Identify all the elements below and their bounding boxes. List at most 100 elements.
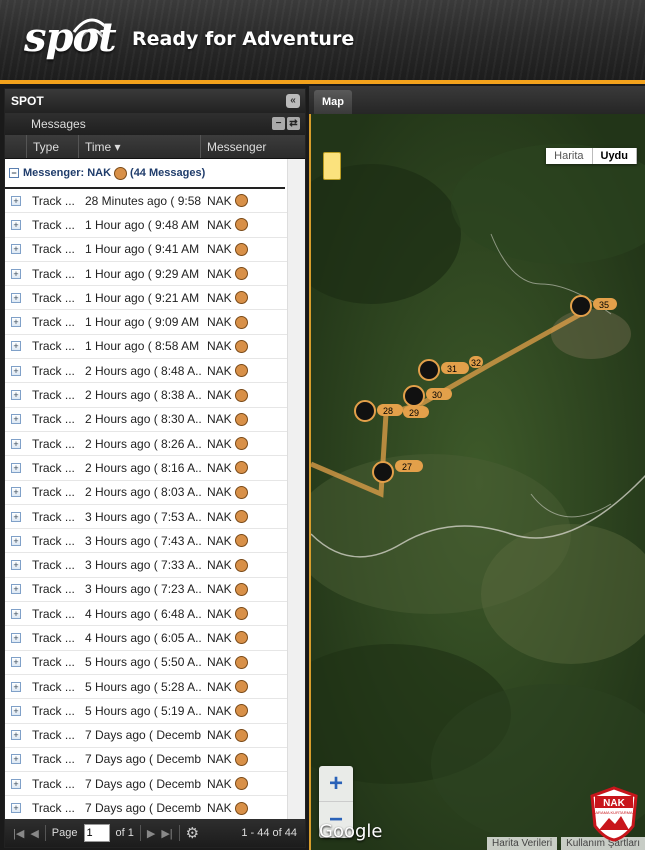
expand-plus-icon[interactable]: + — [11, 292, 21, 303]
collapse-panel-button[interactable]: « — [286, 94, 300, 108]
track-marker[interactable] — [570, 295, 592, 317]
row-expander[interactable]: + — [5, 390, 27, 401]
row-expander[interactable]: + — [5, 487, 27, 498]
row-expander[interactable]: + — [5, 535, 27, 546]
expand-plus-icon[interactable]: + — [11, 487, 21, 498]
expand-plus-icon[interactable]: + — [11, 730, 21, 741]
expand-plus-icon[interactable]: + — [11, 317, 21, 328]
spot-logo[interactable]: spot — [24, 14, 117, 61]
row-expander[interactable]: + — [5, 244, 27, 255]
table-row[interactable]: + Track ... 28 Minutes ago ( 9:58... NAK — [5, 189, 287, 214]
table-row[interactable]: + Track ... 1 Hour ago ( 9:09 AM ) NAK — [5, 310, 287, 335]
row-expander[interactable]: + — [5, 341, 27, 352]
map-type-harita-button[interactable]: Harita — [546, 148, 593, 164]
track-marker[interactable] — [418, 359, 440, 381]
table-row[interactable]: + Track ... 2 Hours ago ( 8:26 A... NAK — [5, 432, 287, 457]
table-row[interactable]: + Track ... 5 Hours ago ( 5:28 A... NAK — [5, 675, 287, 700]
table-row[interactable]: + Track ... 7 Days ago ( Decemb... NAK — [5, 796, 287, 821]
time-column-header[interactable]: Time ▾ — [79, 135, 201, 158]
table-row[interactable]: + Track ... 2 Hours ago ( 8:48 A... NAK — [5, 359, 287, 384]
expand-plus-icon[interactable]: + — [11, 195, 21, 206]
row-expander[interactable]: + — [5, 681, 27, 692]
track-marker[interactable] — [372, 461, 394, 483]
table-row[interactable]: + Track ... 3 Hours ago ( 7:53 A... NAK — [5, 505, 287, 530]
expand-plus-icon[interactable]: + — [11, 778, 21, 789]
satellite-map[interactable]: 35 31 32 30 29 28 27 — [311, 114, 645, 850]
table-row[interactable]: + Track ... 1 Hour ago ( 9:29 AM ) NAK — [5, 262, 287, 287]
table-row[interactable]: + Track ... 7 Days ago ( Decemb... NAK — [5, 772, 287, 797]
expand-plus-icon[interactable]: + — [11, 560, 21, 571]
table-row[interactable]: + Track ... 2 Hours ago ( 8:03 A... NAK — [5, 481, 287, 505]
row-expander[interactable]: + — [5, 292, 27, 303]
table-row[interactable]: + Track ... 2 Hours ago ( 8:30 A... NAK — [5, 408, 287, 432]
row-expander[interactable]: + — [5, 608, 27, 619]
table-row[interactable]: + Track ... 1 Hour ago ( 8:58 AM ) NAK — [5, 335, 287, 360]
track-marker[interactable] — [403, 385, 425, 407]
expand-plus-icon[interactable]: + — [11, 365, 21, 376]
pegman-icon[interactable] — [323, 152, 341, 180]
expand-plus-icon[interactable]: + — [11, 657, 21, 668]
minimize-button[interactable]: − — [272, 117, 285, 130]
expand-plus-icon[interactable]: + — [11, 803, 21, 814]
expand-plus-icon[interactable]: + — [11, 244, 21, 255]
table-row[interactable]: + Track ... 3 Hours ago ( 7:33 A... NAK — [5, 553, 287, 578]
expand-plus-icon[interactable]: + — [11, 608, 21, 619]
collapse-group-icon[interactable]: − — [9, 168, 19, 178]
page-input[interactable] — [83, 824, 110, 842]
row-expander[interactable]: + — [5, 365, 27, 376]
row-expander[interactable]: + — [5, 584, 27, 595]
gear-icon[interactable]: ⚙ — [186, 824, 199, 842]
row-expander[interactable]: + — [5, 754, 27, 765]
expand-plus-icon[interactable]: + — [11, 390, 21, 401]
table-row[interactable]: + Track ... 3 Hours ago ( 7:23 A... NAK — [5, 578, 287, 603]
expand-plus-icon[interactable]: + — [11, 219, 21, 230]
table-row[interactable]: + Track ... 5 Hours ago ( 5:19 A... NAK — [5, 699, 287, 724]
expand-plus-icon[interactable]: + — [11, 584, 21, 595]
table-row[interactable]: + Track ... 1 Hour ago ( 9:48 AM ) NAK — [5, 213, 287, 238]
expand-plus-icon[interactable]: + — [11, 414, 21, 425]
table-row[interactable]: + Track ... 2 Hours ago ( 8:16 A... NAK — [5, 456, 287, 481]
zoom-in-button[interactable]: + — [319, 766, 353, 802]
table-row[interactable]: + Track ... 4 Hours ago ( 6:05 A... NAK — [5, 626, 287, 651]
map-data-link[interactable]: Harita Verileri — [487, 837, 558, 850]
row-expander[interactable]: + — [5, 317, 27, 328]
refresh-button[interactable]: ⇄ — [287, 117, 300, 130]
table-row[interactable]: + Track ... 4 Hours ago ( 6:48 A... NAK — [5, 602, 287, 627]
row-expander[interactable]: + — [5, 195, 27, 206]
expand-plus-icon[interactable]: + — [11, 462, 21, 473]
row-expander[interactable]: + — [5, 705, 27, 716]
row-expander[interactable]: + — [5, 462, 27, 473]
expand-plus-icon[interactable]: + — [11, 268, 21, 279]
type-column-header[interactable]: Type — [27, 135, 79, 158]
row-expander[interactable]: + — [5, 803, 27, 814]
expand-plus-icon[interactable]: + — [11, 535, 21, 546]
expand-plus-icon[interactable]: + — [11, 754, 21, 765]
table-row[interactable]: + Track ... 2 Hours ago ( 8:38 A... NAK — [5, 383, 287, 408]
row-expander[interactable]: + — [5, 438, 27, 449]
table-row[interactable]: + Track ... 1 Hour ago ( 9:21 AM ) NAK — [5, 286, 287, 311]
table-row[interactable]: + Track ... 7 Days ago ( Decemb... NAK — [5, 724, 287, 748]
table-row[interactable]: + Track ... 3 Hours ago ( 7:43 A... NAK — [5, 529, 287, 554]
row-expander[interactable]: + — [5, 730, 27, 741]
expand-plus-icon[interactable]: + — [11, 632, 21, 643]
table-row[interactable]: + Track ... 1 Hour ago ( 9:41 AM ) NAK — [5, 238, 287, 262]
expand-plus-icon[interactable]: + — [11, 705, 21, 716]
next-page-icon[interactable]: ▶ — [147, 827, 155, 840]
messenger-group-row[interactable]: − Messenger: NAK (44 Messages) — [5, 159, 285, 189]
track-marker[interactable] — [354, 400, 376, 422]
row-expander[interactable]: + — [5, 778, 27, 789]
row-expander[interactable]: + — [5, 657, 27, 668]
map-type-uydu-button[interactable]: Uydu — [592, 148, 637, 164]
tab-map[interactable]: Map — [314, 90, 352, 114]
row-expander[interactable]: + — [5, 632, 27, 643]
row-expander[interactable]: + — [5, 511, 27, 522]
first-page-icon[interactable]: |◀ — [13, 827, 24, 840]
map-canvas[interactable]: 35 31 32 30 29 28 27 Harita Uydu + − Goo… — [309, 114, 645, 850]
row-expander[interactable]: + — [5, 268, 27, 279]
expand-plus-icon[interactable]: + — [11, 438, 21, 449]
expand-plus-icon[interactable]: + — [11, 341, 21, 352]
expand-plus-icon[interactable]: + — [11, 681, 21, 692]
last-page-icon[interactable]: ▶| — [161, 827, 172, 840]
table-row[interactable]: + Track ... 5 Hours ago ( 5:50 A... NAK — [5, 651, 287, 675]
row-expander[interactable]: + — [5, 414, 27, 425]
